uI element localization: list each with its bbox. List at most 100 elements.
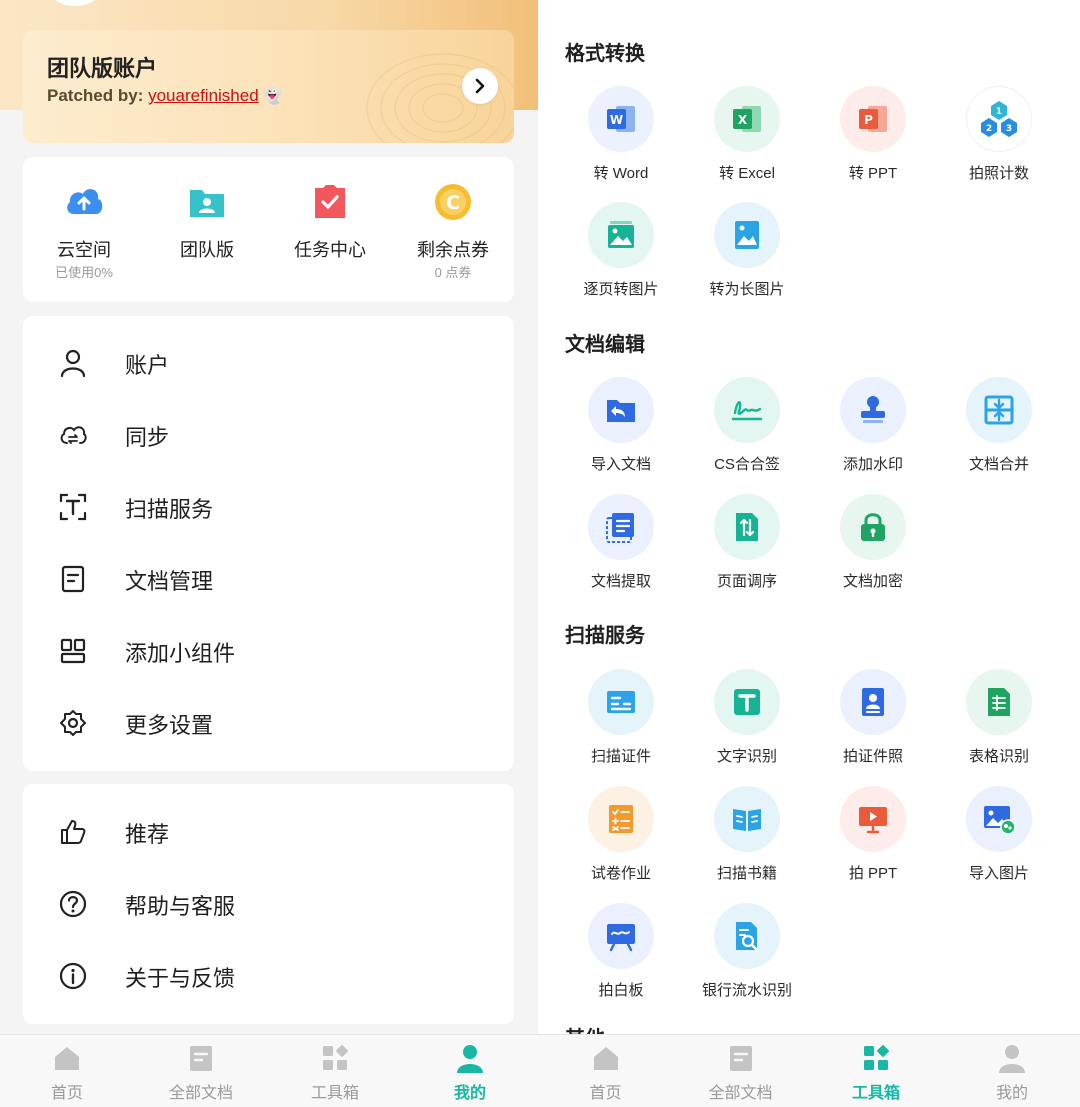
exam-icon bbox=[609, 805, 633, 833]
menu-label: 账户 bbox=[125, 353, 170, 378]
tool-label: 导入图片 bbox=[968, 865, 1029, 882]
tool-label: 拍白板 bbox=[598, 982, 644, 999]
quick-label: 任务中心 bbox=[294, 240, 366, 260]
tool-label: 拍照计数 bbox=[968, 165, 1029, 182]
tool-reorder[interactable]: 页面调序 bbox=[684, 494, 810, 604]
gear-icon bbox=[60, 710, 86, 736]
tool-page-to-image[interactable]: 逐页转图片 bbox=[558, 202, 684, 312]
menu-label: 更多设置 bbox=[125, 713, 214, 738]
nav-home[interactable]: 首页 bbox=[0, 1035, 134, 1107]
tool-encrypt[interactable]: 文档加密 bbox=[810, 494, 936, 604]
menu-item-more-settings[interactable]: 更多设置 bbox=[23, 687, 514, 759]
tool-bank-statement[interactable]: 银行流水识别 bbox=[684, 903, 810, 1013]
team-account-card[interactable]: 团队版账户 Patched by: youarefinished 👻 bbox=[23, 30, 514, 143]
tool-label: 文档加密 bbox=[842, 573, 903, 590]
tool-label: 拍证件照 bbox=[842, 748, 903, 765]
coupon-coin-icon: C bbox=[435, 184, 471, 220]
quick-item-team[interactable]: 团队版 bbox=[146, 157, 268, 302]
nav-all-docs[interactable]: 全部文档 bbox=[134, 1035, 268, 1107]
nav-profile[interactable]: 我的 bbox=[944, 1035, 1080, 1107]
menu-item-about[interactable]: 关于与反馈 bbox=[23, 940, 514, 1012]
id-card-icon bbox=[607, 691, 635, 713]
quick-item-task[interactable]: 任务中心 bbox=[269, 157, 391, 302]
tool-whiteboard[interactable]: 拍白板 bbox=[558, 903, 684, 1013]
bottom-nav-left: 首页 全部文档 工具箱 我的 bbox=[0, 1034, 538, 1107]
tool-to-excel[interactable]: X 转 Excel bbox=[684, 86, 810, 196]
tool-table-ocr[interactable]: 表格识别 bbox=[936, 669, 1062, 779]
nav-toolbox[interactable]: 工具箱 bbox=[808, 1035, 944, 1107]
merge-icon bbox=[984, 395, 1014, 425]
table-icon bbox=[988, 688, 1010, 716]
quick-label: 剩余点券 bbox=[417, 240, 489, 260]
all-docs-icon bbox=[190, 1046, 212, 1071]
tool-import-image[interactable]: 导入图片 bbox=[936, 786, 1062, 896]
quick-item-cloud[interactable]: 云空间 已使用0% bbox=[23, 157, 145, 302]
menu-item-widget[interactable]: 添加小组件 bbox=[23, 615, 514, 687]
menu-label: 推荐 bbox=[125, 822, 170, 847]
tool-id-photo[interactable]: 拍证件照 bbox=[810, 669, 936, 779]
tool-exam[interactable]: 试卷作业 bbox=[558, 786, 684, 896]
menu-item-help[interactable]: 帮助与客服 bbox=[23, 868, 514, 940]
tool-label: 转 PPT bbox=[848, 165, 898, 182]
tool-scan-book[interactable]: 扫描书籍 bbox=[684, 786, 810, 896]
svg-text:2: 2 bbox=[986, 124, 992, 134]
tool-ocr[interactable]: 文字识别 bbox=[684, 669, 810, 779]
menu-label: 关于与反馈 bbox=[125, 966, 236, 991]
profile-screen: 团队版账户 Patched by: youarefinished 👻 云空间 已使… bbox=[0, 0, 538, 1107]
tool-label: 扫描书籍 bbox=[716, 865, 777, 882]
nav-label: 我的 bbox=[995, 1085, 1028, 1102]
tool-extract[interactable]: 文档提取 bbox=[558, 494, 684, 604]
nav-home[interactable]: 首页 bbox=[538, 1035, 673, 1107]
tool-cs-sign[interactable]: CS合合签 bbox=[684, 377, 810, 487]
thumbs-up-icon bbox=[61, 820, 86, 844]
info-icon bbox=[59, 962, 87, 990]
tool-photo-ppt[interactable]: 拍 PPT bbox=[810, 786, 936, 896]
tool-label: 转 Excel bbox=[719, 165, 775, 182]
home-icon bbox=[55, 1047, 79, 1070]
menu-item-doc-manage[interactable]: 文档管理 bbox=[23, 543, 514, 615]
stamp-icon bbox=[861, 396, 885, 423]
reorder-icon bbox=[736, 513, 758, 541]
signature-icon bbox=[731, 401, 763, 421]
patched-prefix: Patched by: bbox=[47, 86, 149, 105]
tool-long-image[interactable]: 转为长图片 bbox=[684, 202, 810, 312]
nav-toolbox[interactable]: 工具箱 bbox=[268, 1035, 402, 1107]
tool-to-word[interactable]: W 转 Word bbox=[558, 86, 684, 196]
quick-sub: 0 点券 bbox=[434, 265, 472, 280]
nav-profile[interactable]: 我的 bbox=[402, 1035, 538, 1107]
quick-item-coupon[interactable]: C 剩余点券 0 点券 bbox=[392, 157, 514, 302]
quick-actions-card: 云空间 已使用0% 团队版 任务中心 C 剩余点券 0 点券 bbox=[23, 157, 514, 302]
tool-watermark[interactable]: 添加水印 bbox=[810, 377, 936, 487]
patched-by-line: Patched by: youarefinished 👻 bbox=[47, 86, 283, 106]
id-photo-icon bbox=[862, 688, 884, 716]
import-doc-icon bbox=[607, 400, 635, 422]
svg-text:1: 1 bbox=[996, 107, 1002, 117]
tool-label: 文档合并 bbox=[968, 456, 1029, 473]
patched-link[interactable]: youarefinished bbox=[148, 86, 259, 105]
menu-item-sync[interactable]: 同步 bbox=[23, 399, 514, 471]
tool-photo-count[interactable]: 1 2 3 拍照计数 bbox=[936, 86, 1062, 196]
tool-import-doc[interactable]: 导入文档 bbox=[558, 377, 684, 487]
help-icon bbox=[59, 890, 87, 918]
nav-label: 我的 bbox=[453, 1085, 486, 1102]
menu-label: 添加小组件 bbox=[125, 641, 236, 666]
tool-to-ppt[interactable]: P 转 PPT bbox=[810, 86, 936, 196]
svg-text:C: C bbox=[446, 192, 460, 214]
tool-merge[interactable]: 文档合并 bbox=[936, 377, 1062, 487]
section-title: 文档编辑 bbox=[565, 334, 645, 356]
nav-label: 全部文档 bbox=[168, 1085, 233, 1102]
toolbox-icon bbox=[323, 1045, 348, 1070]
menu-item-recommend[interactable]: 推荐 bbox=[23, 796, 514, 868]
tool-label: 银行流水识别 bbox=[701, 982, 792, 999]
svg-text:3: 3 bbox=[1006, 124, 1012, 134]
cloud-upload-icon bbox=[67, 189, 103, 214]
team-card-arrow-button[interactable] bbox=[462, 68, 498, 104]
toolbox-screen: 格式转换 W 转 Word X 转 Excel P 转 PPT 1 2 3 拍照… bbox=[538, 0, 1080, 1107]
menu-item-scan-service[interactable]: 扫描服务 bbox=[23, 471, 514, 543]
nav-label: 首页 bbox=[589, 1085, 622, 1102]
toolbox-icon bbox=[864, 1045, 889, 1070]
nav-all-docs[interactable]: 全部文档 bbox=[673, 1035, 808, 1107]
tool-scan-id[interactable]: 扫描证件 bbox=[558, 669, 684, 779]
menu-item-account[interactable]: 账户 bbox=[23, 327, 514, 399]
svg-text:W: W bbox=[610, 113, 623, 127]
